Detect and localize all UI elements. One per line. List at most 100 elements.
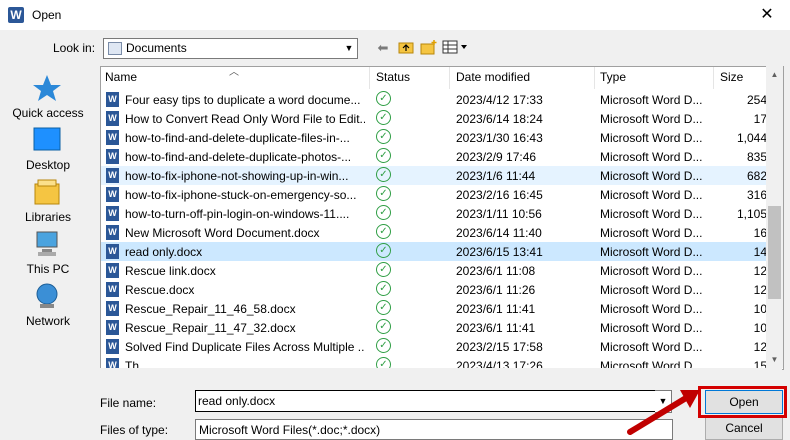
word-app-icon: W: [8, 7, 24, 23]
table-row[interactable]: Whow-to-fix-iphone-stuck-on-emergency-so…: [101, 185, 783, 204]
file-type-cell: Microsoft Word D...: [600, 131, 703, 145]
horizontal-scrollbar[interactable]: [100, 368, 782, 382]
file-type-cell: Microsoft Word D...: [600, 188, 703, 202]
back-arrow-icon[interactable]: ⬅: [373, 39, 393, 57]
sort-ascending-icon: ︿: [229, 67, 239, 78]
file-date-cell: 2023/2/9 17:46: [456, 150, 537, 164]
table-row[interactable]: Wread only.docx ✓ 2023/6/15 13:41 Microsoft…: [101, 242, 783, 261]
word-file-icon: W: [106, 92, 119, 107]
sync-check-icon: ✓: [376, 186, 391, 201]
file-date-cell: 2023/6/1 11:08: [456, 264, 536, 278]
scroll-up-icon[interactable]: ▲: [766, 66, 783, 83]
libraries-icon: [34, 179, 60, 205]
file-type-cell: Microsoft Word D...: [600, 283, 703, 297]
file-type-cell: Microsoft Word D...: [600, 340, 703, 354]
vertical-scrollbar[interactable]: ▲ ▼: [766, 66, 783, 368]
word-file-icon: W: [106, 263, 119, 278]
file-type-value: Microsoft Word Files(*.doc;*.docx): [199, 423, 381, 437]
table-row[interactable]: W Rescue_Repair_11_47_32.docx ✓ 2023/6/1 11…: [101, 318, 783, 337]
file-size-cell: 12: [753, 340, 767, 354]
table-row[interactable]: W New Microsoft Word Document.docx ✓ 2023/6…: [101, 223, 783, 242]
table-row[interactable]: W Solved Find Duplicate Files Across Mult…: [101, 337, 783, 356]
file-name-cell: read only.docx: [125, 245, 203, 259]
table-row[interactable]: W Rescue.docx ✓ 2023/6/1 11:26 Microsoft Wor…: [101, 280, 783, 299]
table-row[interactable]: W How to Convert Read Only Word File to E…: [101, 109, 783, 128]
file-date-cell: 2023/6/1 11:41: [456, 321, 536, 335]
word-file-icon: W: [106, 339, 119, 354]
file-date-cell: 2023/2/16 16:45: [456, 188, 543, 202]
desktop-icon: [33, 127, 61, 151]
column-header-name[interactable]: Name: [105, 70, 137, 84]
file-type-cell: Microsoft Word D...: [600, 93, 703, 107]
file-date-cell: 2023/6/1 11:41: [456, 302, 536, 316]
file-name-cell: Rescue_Repair_11_46_58.docx: [125, 302, 296, 316]
file-name-cell: how-to-turn-off-pin-login-on-windows-11.…: [125, 207, 350, 221]
table-row[interactable]: Whow-to-fix-iphone-not-showing-up-in-win…: [101, 166, 783, 185]
sync-check-icon: ✓: [376, 224, 391, 239]
sync-check-icon: ✓: [376, 110, 391, 125]
file-name-cell: Rescue.docx: [125, 283, 195, 297]
title-bar: W Open ✕: [0, 0, 790, 30]
file-type-cell: Microsoft Word D...: [600, 207, 703, 221]
open-button-highlight: [698, 386, 787, 418]
look-in-value: Documents: [126, 41, 187, 55]
table-row[interactable]: W Four easy tips to duplicate a word docu…: [101, 90, 783, 109]
file-name-input[interactable]: [195, 390, 659, 412]
list-header: ︿ Name Status Date modified Type Size: [101, 67, 783, 89]
file-name-cell: how-to-fix-iphone-not-showing-up-in-win.…: [125, 169, 349, 183]
file-list[interactable]: ︿ Name Status Date modified Type Size WF…: [100, 66, 784, 370]
table-row[interactable]: W Rescue_Repair_11_46_58.docx ✓ 2023/6/1 11…: [101, 299, 783, 318]
file-name-cell: how-to-find-and-delete-duplicate-photos-…: [125, 150, 352, 164]
word-file-icon: W: [106, 111, 119, 126]
column-header-status[interactable]: Status: [376, 70, 410, 84]
chevron-down-icon[interactable]: ▼: [341, 39, 357, 58]
word-file-icon: W: [106, 244, 119, 259]
network-icon: [36, 283, 58, 308]
sync-check-icon: ✓: [376, 148, 391, 163]
place-network[interactable]: Network: [0, 282, 96, 332]
new-folder-icon[interactable]: [419, 39, 439, 57]
sync-check-icon: ✓: [376, 262, 391, 277]
place-desktop[interactable]: Desktop: [0, 126, 96, 176]
table-row[interactable]: W Rescue link.docx ✓ 2023/6/1 11:08 Microsof…: [101, 261, 783, 280]
look-in-combo[interactable]: Documents ▼: [103, 38, 358, 59]
file-name-cell: Rescue link.docx: [125, 264, 216, 278]
scroll-thumb[interactable]: [768, 206, 781, 299]
column-header-date[interactable]: Date modified: [456, 70, 530, 84]
file-type-cell: Microsoft Word D...: [600, 264, 703, 278]
file-size-cell: 14: [753, 245, 767, 259]
table-row[interactable]: Whow-to-find-and-delete-duplicate-photos…: [101, 147, 783, 166]
file-date-cell: 2023/6/15 13:41: [456, 245, 543, 259]
documents-folder-icon: [108, 42, 122, 55]
sync-check-icon: ✓: [376, 300, 391, 315]
up-folder-icon[interactable]: [396, 39, 416, 57]
file-size-cell: 17: [753, 112, 767, 126]
file-name-label: File name:: [100, 396, 157, 410]
sync-check-icon: ✓: [376, 319, 391, 334]
word-file-icon: W: [106, 149, 119, 164]
file-name-cell: how-to-find-and-delete-duplicate-files-i…: [125, 131, 350, 145]
file-size-cell: 16: [753, 226, 767, 240]
column-header-type[interactable]: Type: [600, 70, 626, 84]
view-menu-icon[interactable]: [442, 39, 468, 57]
table-row[interactable]: Whow-to-turn-off-pin-login-on-windows-11…: [101, 204, 783, 223]
computer-icon: [36, 231, 58, 256]
file-size-cell: 10: [753, 321, 767, 335]
sync-check-icon: ✓: [376, 129, 391, 144]
cancel-button[interactable]: Cancel: [705, 416, 783, 440]
file-type-label: Files of type:: [100, 423, 169, 437]
table-row[interactable]: Whow-to-find-and-delete-duplicate-files-…: [101, 128, 783, 147]
column-header-size[interactable]: Size: [720, 70, 743, 84]
file-size-cell: 12: [753, 283, 767, 297]
word-file-icon: W: [106, 130, 119, 145]
close-button[interactable]: ✕: [744, 0, 790, 30]
place-this-pc[interactable]: This PC: [0, 230, 96, 280]
sync-check-icon: ✓: [376, 91, 391, 106]
scroll-down-icon[interactable]: ▼: [766, 351, 783, 368]
place-quick-access[interactable]: Quick access: [0, 74, 96, 124]
file-date-cell: 2023/1/30 16:43: [456, 131, 543, 145]
file-date-cell: 2023/1/11 10:56: [456, 207, 542, 221]
file-date-cell: 2023/6/14 18:24: [456, 112, 543, 126]
place-libraries[interactable]: Libraries: [0, 178, 96, 228]
file-size-cell: 316: [746, 188, 767, 202]
